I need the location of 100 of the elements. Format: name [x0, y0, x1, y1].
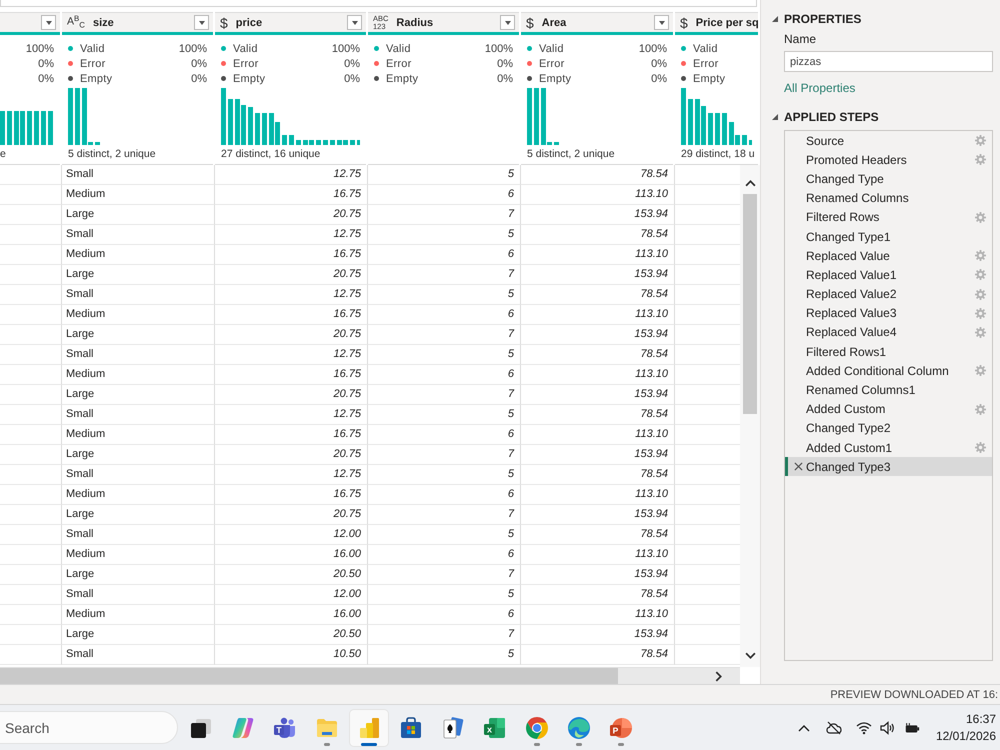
table-cell	[0, 585, 62, 605]
table-cell: 20.75	[215, 445, 368, 465]
column-header[interactable]: $ Price per sq	[675, 12, 758, 32]
speaker-icon[interactable]	[880, 720, 896, 734]
data-type-symbol[interactable]: $	[526, 16, 534, 30]
table-cell: 5	[368, 645, 521, 665]
applied-step[interactable]: Replaced Value	[785, 246, 992, 266]
applied-step[interactable]: Changed Type2	[785, 418, 992, 438]
bar-chart-icon	[357, 716, 381, 740]
table-cell: 16.75	[215, 485, 368, 505]
applied-step[interactable]: Added Custom	[785, 400, 992, 419]
table-cell: 16.75	[215, 365, 368, 385]
wifi-icon[interactable]	[856, 720, 872, 734]
name-field[interactable]: pizzas	[784, 51, 993, 72]
table-cell: Small	[62, 585, 215, 605]
column-filter-button[interactable]	[194, 15, 209, 30]
distinct-count-text: 29 distinct, 18 u	[681, 148, 755, 160]
applied-step[interactable]: Replaced Value2	[785, 284, 992, 304]
applied-step[interactable]: Filtered Rows	[785, 208, 992, 227]
applied-step[interactable]: Changed Type	[785, 169, 992, 189]
chevron-up-icon[interactable]	[744, 180, 756, 187]
table-cell: Large	[62, 565, 215, 585]
applied-step[interactable]: Renamed Columns	[785, 188, 992, 208]
data-type-symbol[interactable]: $	[220, 16, 228, 30]
applied-step[interactable]: Changed Type1	[785, 226, 992, 246]
quality-label: Empty	[80, 72, 112, 84]
table-cell: Small	[62, 225, 215, 245]
table-cell	[0, 405, 62, 425]
quality-percent: 0%	[344, 72, 360, 84]
clock-time[interactable]: 16:37	[966, 710, 996, 728]
chevron-down-icon[interactable]	[744, 652, 756, 659]
formula-bar-field[interactable]	[0, 0, 757, 7]
applied-step[interactable]: Replaced Value3	[785, 304, 992, 323]
quality-label: Empty	[539, 72, 572, 84]
table-cell: 6	[368, 545, 521, 565]
taskbar-button[interactable]: x	[476, 710, 514, 746]
quality-percent: 100%	[638, 42, 667, 54]
applied-step[interactable]: Filtered Rows1	[785, 342, 992, 362]
applied-step[interactable]: Added Custom1	[785, 438, 992, 458]
applied-step[interactable]: Source	[785, 131, 992, 150]
table-cell: 113.10	[521, 305, 675, 325]
table-cell: Large	[62, 385, 215, 405]
column-filter-button[interactable]	[347, 15, 362, 30]
column-filter-button[interactable]	[500, 15, 515, 30]
applied-step[interactable]: Renamed Columns1	[785, 380, 992, 400]
table-cell: 7	[368, 445, 521, 465]
search-field[interactable]: Search	[0, 711, 178, 744]
column-header[interactable]: $ Area	[521, 12, 673, 32]
table-cell: 16.75	[215, 425, 368, 445]
column-filter-button[interactable]	[654, 15, 669, 30]
clock-date[interactable]: 12/01/2026	[936, 728, 996, 744]
scrollbar-thumb[interactable]	[0, 668, 618, 684]
table-cell	[0, 265, 62, 285]
table-cell: 12.00	[215, 585, 368, 605]
horizontal-scrollbar[interactable]	[0, 667, 740, 684]
table-cell: 153.94	[521, 385, 675, 405]
table-cell	[0, 445, 62, 465]
all-properties-link[interactable]: All Properties	[784, 81, 856, 95]
table-cell: Small	[62, 465, 215, 485]
table-cell	[0, 505, 62, 525]
taskbar-button[interactable]: T	[266, 710, 304, 746]
column-header[interactable]: A$^{B}$$_{C}$ size	[62, 12, 213, 32]
table-cell: 5	[368, 525, 521, 545]
chevron-up-icon[interactable]	[798, 724, 810, 732]
vertical-scrollbar[interactable]	[740, 165, 760, 667]
table-cell: Small	[62, 345, 215, 365]
applied-step[interactable]: Replaced Value4	[785, 322, 992, 342]
table-cell: 16.75	[215, 185, 368, 205]
applied-step[interactable]: Added Conditional Column	[785, 361, 992, 380]
tricolor-circle-icon	[525, 716, 549, 740]
applied-step[interactable]: Replaced Value1	[785, 265, 992, 284]
delete-icon[interactable]	[794, 462, 803, 472]
collapse-triangle-icon[interactable]	[772, 114, 778, 120]
table-cell: Small	[62, 405, 215, 425]
field-label: Name	[784, 31, 818, 47]
column-filter-button[interactable]	[41, 15, 56, 30]
table-cell	[0, 605, 62, 625]
table-cell: Medium	[62, 365, 215, 385]
table-cell	[0, 565, 62, 585]
playing-cards-icon	[441, 716, 465, 740]
table-cell: 20.75	[215, 325, 368, 345]
table-cell: 5	[368, 585, 521, 605]
table-cell	[0, 345, 62, 365]
caret-icon	[198, 20, 204, 24]
table-cell: 6	[368, 185, 521, 205]
table-cell: 153.94	[521, 265, 675, 285]
battery-charging-icon[interactable]	[904, 720, 920, 734]
applied-step[interactable]: Promoted Headers	[785, 150, 992, 170]
collapse-triangle-icon[interactable]	[772, 16, 778, 22]
column-header[interactable]: $ price	[215, 12, 366, 32]
scrollbar-thumb[interactable]	[743, 194, 757, 414]
taskbar-button[interactable]: P	[602, 710, 640, 746]
quality-percent: 0%	[191, 72, 207, 84]
data-type-symbol[interactable]: $	[680, 16, 688, 30]
chevron-right-icon[interactable]	[715, 670, 722, 682]
quality-percent: 0%	[38, 58, 54, 70]
table-cell: 6	[368, 365, 521, 385]
applied-step[interactable]: Changed Type3	[785, 457, 992, 476]
table-cell: Medium	[62, 245, 215, 265]
cloud-off-icon[interactable]	[826, 720, 842, 734]
